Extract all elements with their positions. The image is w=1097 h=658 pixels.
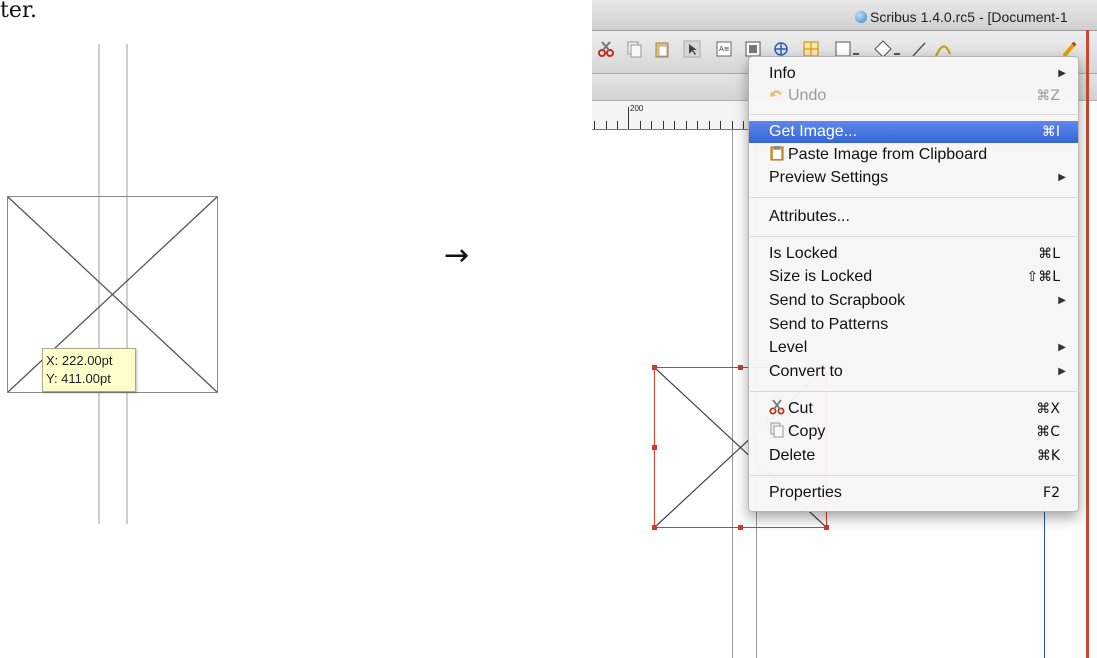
menu-item-label: Undo	[788, 87, 827, 104]
title-bar: Scribus 1.4.0.rc5 - [Document-1	[592, 0, 1097, 31]
ruler-tick	[743, 121, 744, 129]
menu-separator	[750, 114, 1077, 115]
menu-item-label-group: Copy	[769, 421, 825, 443]
resize-handle[interactable]	[738, 525, 743, 530]
menu-item-label: Size is Locked	[769, 268, 873, 285]
scissors-icon	[769, 399, 785, 415]
menu-item-label: Paste Image from Clipboard	[788, 146, 988, 163]
menu-item-label-group: Cut	[769, 398, 813, 420]
menu-separator	[750, 197, 1077, 198]
submenu-arrow-icon: ▶	[1058, 366, 1066, 377]
menu-item-label-group: Undo	[769, 85, 826, 107]
ruler-tick	[732, 121, 733, 129]
ruler-tick	[628, 107, 629, 129]
menu-item-send-to-scrapbook[interactable]: Send to Scrapbook ▶	[749, 290, 1078, 312]
menu-item-cut[interactable]: Cut ⌘X	[749, 398, 1078, 420]
resize-handle[interactable]	[652, 365, 657, 370]
menu-shortcut: F2	[1043, 485, 1060, 501]
menu-item-label: Attributes...	[769, 208, 850, 225]
page-text-fragment: ter.	[0, 0, 37, 23]
menu-separator	[750, 475, 1077, 476]
menu-item-preview-settings[interactable]: Preview Settings ▶	[749, 167, 1078, 189]
context-menu: Info ▶ Undo ⌘Z Get Image... ⌘I Paste Ima…	[748, 56, 1079, 512]
menu-separator	[750, 236, 1077, 237]
menu-item-attributes[interactable]: Attributes...	[749, 206, 1078, 228]
menu-item-label: Preview Settings	[769, 169, 889, 186]
resize-handle[interactable]	[738, 365, 743, 370]
menu-item-info[interactable]: Info ▶	[749, 63, 1078, 85]
menu-item-label: Get Image...	[769, 123, 858, 140]
transition-arrow: →	[444, 238, 470, 273]
menu-separator	[750, 391, 1077, 392]
app-globe-icon	[855, 11, 867, 23]
ruler-tick	[651, 121, 652, 129]
menu-item-label: Delete	[769, 447, 816, 464]
menu-item-size-is-locked[interactable]: Size is Locked ⇧⌘L	[749, 266, 1078, 288]
submenu-arrow-icon: ▶	[1058, 172, 1066, 183]
resize-handle[interactable]	[652, 525, 657, 530]
tooltip-x-value: X: 222.00pt	[46, 353, 113, 368]
menu-item-is-locked[interactable]: Is Locked ⌘L	[749, 243, 1078, 265]
margin-guide-red	[1086, 30, 1089, 658]
menu-item-label-group: Paste Image from Clipboard	[769, 144, 987, 166]
position-tooltip: X: 222.00pt Y: 411.00pt	[42, 348, 136, 392]
ruler-tick	[617, 121, 618, 129]
menu-shortcut: ⇧⌘L	[1026, 269, 1060, 285]
menu-shortcut: ⌘X	[1036, 401, 1060, 417]
ruler-tick	[674, 121, 675, 129]
submenu-arrow-icon: ▶	[1058, 68, 1066, 79]
paste-icon[interactable]	[653, 40, 671, 58]
resize-handle[interactable]	[652, 445, 657, 450]
menu-item-level[interactable]: Level ▶	[749, 337, 1078, 359]
menu-shortcut: ⌘K	[1036, 448, 1060, 464]
menu-item-send-to-patterns[interactable]: Send to Patterns	[749, 314, 1078, 336]
select-icon[interactable]	[683, 40, 701, 58]
resize-handle[interactable]	[824, 525, 829, 530]
menu-shortcut: ⌘Z	[1036, 88, 1060, 104]
menu-shortcut: ⌘L	[1038, 246, 1060, 262]
menu-item-label: Copy	[788, 423, 826, 440]
menu-item-delete[interactable]: Delete ⌘K	[749, 445, 1078, 467]
menu-shortcut: ⌘C	[1036, 424, 1060, 440]
ruler-label: 200	[630, 104, 644, 113]
menu-item-label: Level	[769, 339, 808, 356]
menu-item-label: Send to Scrapbook	[769, 292, 906, 309]
menu-item-label: Info	[769, 65, 796, 82]
ruler-tick	[606, 121, 607, 129]
menu-item-label: Properties	[769, 484, 842, 501]
menu-item-paste-image[interactable]: Paste Image from Clipboard	[749, 144, 1078, 166]
submenu-arrow-icon: ▶	[1058, 342, 1066, 353]
menu-item-get-image[interactable]: Get Image... ⌘I	[749, 121, 1078, 143]
tooltip-y-value: Y: 411.00pt	[46, 371, 111, 386]
text-frame-icon[interactable]: A≡	[715, 40, 733, 58]
menu-item-copy[interactable]: Copy ⌘C	[749, 421, 1078, 443]
copy-icon[interactable]	[625, 40, 643, 58]
scissors-icon[interactable]	[597, 40, 615, 58]
submenu-arrow-icon: ▶	[1058, 295, 1066, 306]
window-title: Scribus 1.4.0.rc5 - [Document-1	[870, 9, 1068, 25]
ruler-tick	[640, 121, 641, 129]
horizontal-ruler: 200	[592, 101, 752, 130]
menu-item-properties[interactable]: Properties F2	[749, 482, 1078, 504]
ruler-tick	[709, 121, 710, 129]
svg-text:A≡: A≡	[719, 45, 730, 53]
clipboard-icon	[770, 146, 784, 161]
menu-item-label: Cut	[788, 400, 813, 417]
ruler-tick	[663, 121, 664, 129]
menu-item-undo[interactable]: Undo ⌘Z	[749, 85, 1078, 107]
copy-icon	[770, 422, 784, 438]
ruler-tick	[594, 121, 595, 129]
menu-item-label: Send to Patterns	[769, 316, 889, 333]
menu-item-label: Convert to	[769, 363, 843, 380]
undo-icon	[770, 90, 782, 97]
ruler-tick	[697, 121, 698, 129]
menu-item-convert-to[interactable]: Convert to ▶	[749, 361, 1078, 383]
ruler-tick	[720, 121, 721, 129]
ruler-tick	[686, 121, 687, 129]
menu-shortcut: ⌘I	[1041, 124, 1060, 140]
menu-item-label: Is Locked	[769, 245, 838, 262]
